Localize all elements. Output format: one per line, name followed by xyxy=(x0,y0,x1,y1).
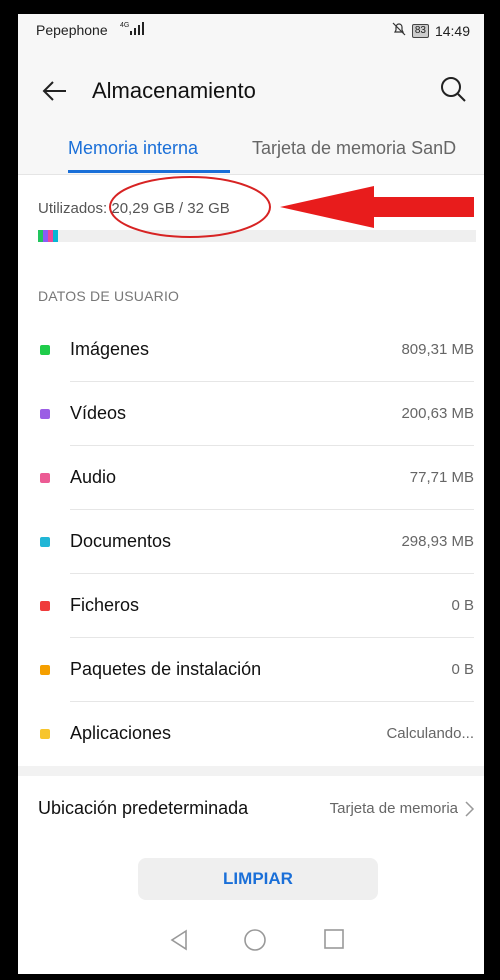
item-size: Calculando... xyxy=(386,725,474,742)
storage-usage-bar xyxy=(38,230,476,242)
item-name: Documentos xyxy=(70,531,172,551)
mute-bell-icon xyxy=(392,22,406,39)
tab-sd-card[interactable]: Tarjeta de memoria SanD xyxy=(252,138,456,159)
item-name: Vídeos xyxy=(70,403,127,423)
storage-tabs: Memoria interna Tarjeta de memoria SanD xyxy=(18,134,484,175)
default-location-setting[interactable]: Ubicación predeterminada Tarjeta de memo… xyxy=(18,776,484,840)
section-divider xyxy=(18,766,484,776)
item-size: 0 B xyxy=(451,661,474,678)
item-name: Ficheros xyxy=(70,595,140,615)
category-list: Imágenes 809,31 MB Vídeos 200,63 MB Audi… xyxy=(18,318,484,766)
back-triangle-icon[interactable] xyxy=(168,928,190,957)
images-color-dot xyxy=(40,345,50,355)
arrow-left-icon[interactable] xyxy=(40,76,70,106)
used-value: 20,29 GB / 32 GB xyxy=(111,200,230,217)
item-name: Paquetes de instalación xyxy=(70,659,262,679)
battery-indicator: 83 xyxy=(411,23,429,38)
tab-internal-memory[interactable]: Memoria interna xyxy=(68,138,198,159)
recents-square-icon[interactable] xyxy=(323,928,345,955)
navigation-bar xyxy=(18,910,484,974)
status-bar: Pepephone 4G 83 14:49 xyxy=(18,14,484,48)
active-tab-indicator xyxy=(68,170,230,173)
clean-button[interactable]: LIMPIAR xyxy=(138,858,378,900)
item-name: Audio xyxy=(70,467,117,487)
used-label: Utilizados: xyxy=(38,200,108,217)
chevron-right-icon xyxy=(464,800,476,823)
apps-color-dot xyxy=(40,729,50,739)
page-title: Almacenamiento xyxy=(92,78,256,103)
search-icon[interactable] xyxy=(438,74,468,104)
videos-color-dot xyxy=(40,409,50,419)
red-arrow-icon xyxy=(280,186,474,228)
list-item-images[interactable]: Imágenes 809,31 MB xyxy=(18,318,484,382)
item-size: 77,71 MB xyxy=(409,469,474,486)
usage-segment xyxy=(53,230,58,242)
default-location-label: Ubicación predeterminada xyxy=(38,798,249,818)
list-item-files[interactable]: Ficheros 0 B xyxy=(18,574,484,638)
network-type: 4G xyxy=(120,22,129,29)
item-size: 298,93 MB xyxy=(401,533,474,550)
default-location-value: Tarjeta de memoria xyxy=(329,800,458,817)
phone-screen: Pepephone 4G 83 14:49 Almacenamiento Mem… xyxy=(18,14,484,974)
item-size: 200,63 MB xyxy=(401,405,474,422)
list-item-install-packages[interactable]: Paquetes de instalación 0 B xyxy=(18,638,484,702)
list-item-apps[interactable]: Aplicaciones Calculando... xyxy=(18,702,484,766)
audio-color-dot xyxy=(40,473,50,483)
list-item-documents[interactable]: Documentos 298,93 MB xyxy=(18,510,484,574)
section-title: DATOS DE USUARIO xyxy=(38,288,180,304)
item-name: Imágenes xyxy=(70,339,150,359)
status-right: 83 14:49 xyxy=(392,22,470,39)
app-header: Almacenamiento xyxy=(18,48,484,134)
item-size: 0 B xyxy=(451,597,474,614)
clock: 14:49 xyxy=(434,22,470,39)
files-color-dot xyxy=(40,601,50,611)
used-storage: Utilizados: 20,29 GB / 32 GB xyxy=(38,200,230,217)
carrier-name: Pepephone xyxy=(36,22,108,38)
list-item-audio[interactable]: Audio 77,71 MB xyxy=(18,446,484,510)
packages-color-dot xyxy=(40,665,50,675)
signal-icon: 4G xyxy=(120,20,150,43)
item-name: Aplicaciones xyxy=(70,723,172,743)
list-item-videos[interactable]: Vídeos 200,63 MB xyxy=(18,382,484,446)
home-circle-icon[interactable] xyxy=(243,928,267,957)
documents-color-dot xyxy=(40,537,50,547)
item-size: 809,31 MB xyxy=(401,341,474,358)
